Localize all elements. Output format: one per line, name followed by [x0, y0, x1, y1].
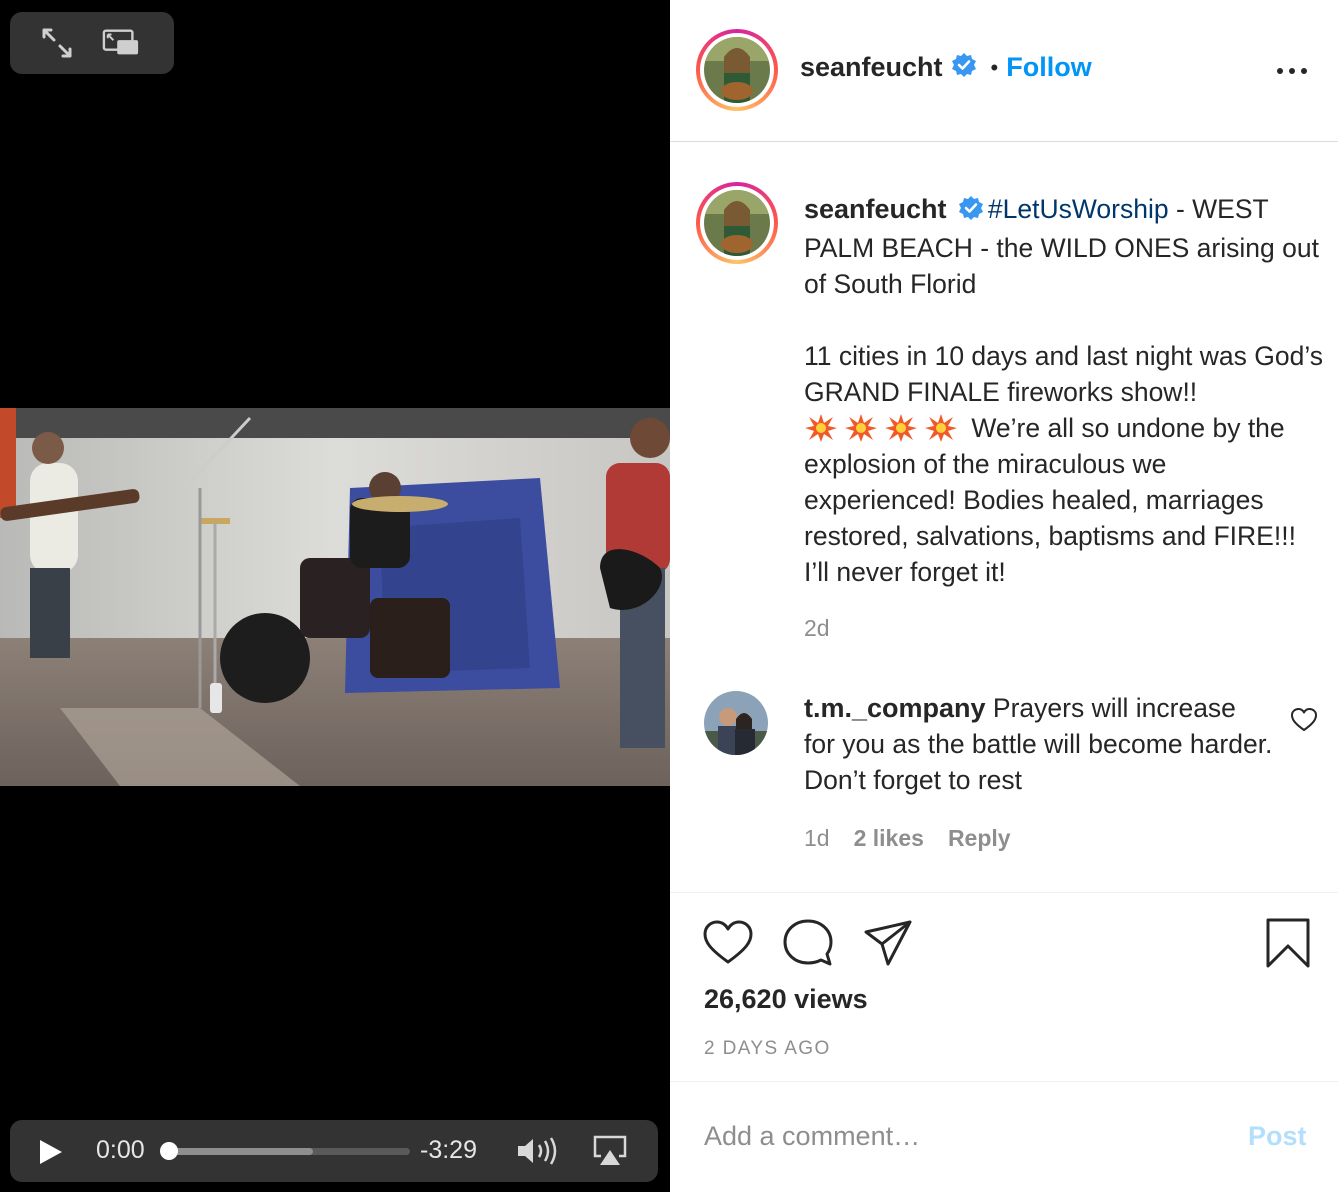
caption-author-avatar[interactable]: [696, 182, 778, 264]
remaining-time: -3:29: [420, 1136, 477, 1164]
comment-like-heart-icon[interactable]: [1290, 707, 1318, 733]
commenter-username[interactable]: t.m._company: [804, 693, 986, 723]
separator-dot: •: [990, 54, 999, 80]
comment-input[interactable]: Add a comment…: [704, 1121, 920, 1152]
post-comment-button[interactable]: Post: [1248, 1121, 1307, 1152]
video-control-bar: 0:00 -3:29: [10, 1120, 658, 1182]
comment-meta: 1d 2 likes Reply: [804, 825, 1011, 852]
caption-age[interactable]: 2d: [804, 615, 830, 642]
collision-emojis: [804, 413, 964, 443]
exit-fullscreen-icon[interactable]: [38, 26, 76, 60]
post-date[interactable]: 2 DAYS AGO: [704, 1038, 831, 1060]
volume-icon[interactable]: [516, 1136, 562, 1166]
current-time: 0:00: [96, 1136, 145, 1164]
comment-body: t.m._company Prayers will increase for y…: [804, 690, 1274, 798]
verified-badge-icon: [951, 52, 977, 83]
comment-age[interactable]: 1d: [804, 825, 830, 852]
add-comment-bar: Add a comment… Post: [670, 1083, 1338, 1192]
collision-icon: [885, 414, 917, 442]
seek-bar[interactable]: [168, 1148, 410, 1155]
follow-button[interactable]: Follow: [1006, 52, 1091, 83]
commenter-avatar[interactable]: [704, 691, 768, 755]
post-actions: 26,620 views 2 DAYS AGO: [670, 894, 1338, 1082]
comments-section[interactable]: seanfeucht #LetUsWorship - WEST PALM BEA…: [670, 143, 1338, 893]
more-options-icon[interactable]: [1276, 64, 1308, 76]
airplay-icon[interactable]: [592, 1134, 628, 1168]
play-icon[interactable]: [36, 1138, 66, 1166]
collision-icon: [845, 414, 877, 442]
caption-hashtag[interactable]: #LetUsWorship: [988, 194, 1169, 224]
collision-icon: [805, 414, 837, 442]
reply-button[interactable]: Reply: [948, 825, 1011, 852]
video-top-controls: [10, 12, 174, 74]
comment-bubble-icon[interactable]: [782, 918, 834, 968]
like-heart-icon[interactable]: [702, 918, 754, 968]
comment-likes[interactable]: 2 likes: [854, 825, 924, 852]
author-username[interactable]: seanfeucht: [800, 52, 943, 83]
buffered-range: [168, 1148, 314, 1155]
author-avatar[interactable]: [696, 29, 778, 111]
collision-icon: [925, 414, 957, 442]
post-caption: seanfeucht #LetUsWorship - WEST PALM BEA…: [804, 191, 1324, 590]
picture-in-picture-icon[interactable]: [102, 26, 140, 60]
post-panel: seanfeucht • Follow seanfeucht #LetUsWor…: [670, 0, 1338, 1192]
save-bookmark-icon[interactable]: [1262, 918, 1314, 968]
caption-text-para2: 11 cities in 10 days and last night was …: [804, 341, 1324, 407]
view-count[interactable]: 26,620 views: [704, 984, 868, 1015]
caption-username[interactable]: seanfeucht: [804, 194, 947, 224]
share-paper-plane-icon[interactable]: [862, 918, 914, 968]
video-player[interactable]: 0:00 -3:29: [0, 0, 670, 1192]
video-frame[interactable]: [0, 408, 670, 786]
post-header: seanfeucht • Follow: [670, 0, 1338, 142]
seek-handle[interactable]: [160, 1142, 178, 1160]
verified-badge-icon: [958, 194, 984, 230]
